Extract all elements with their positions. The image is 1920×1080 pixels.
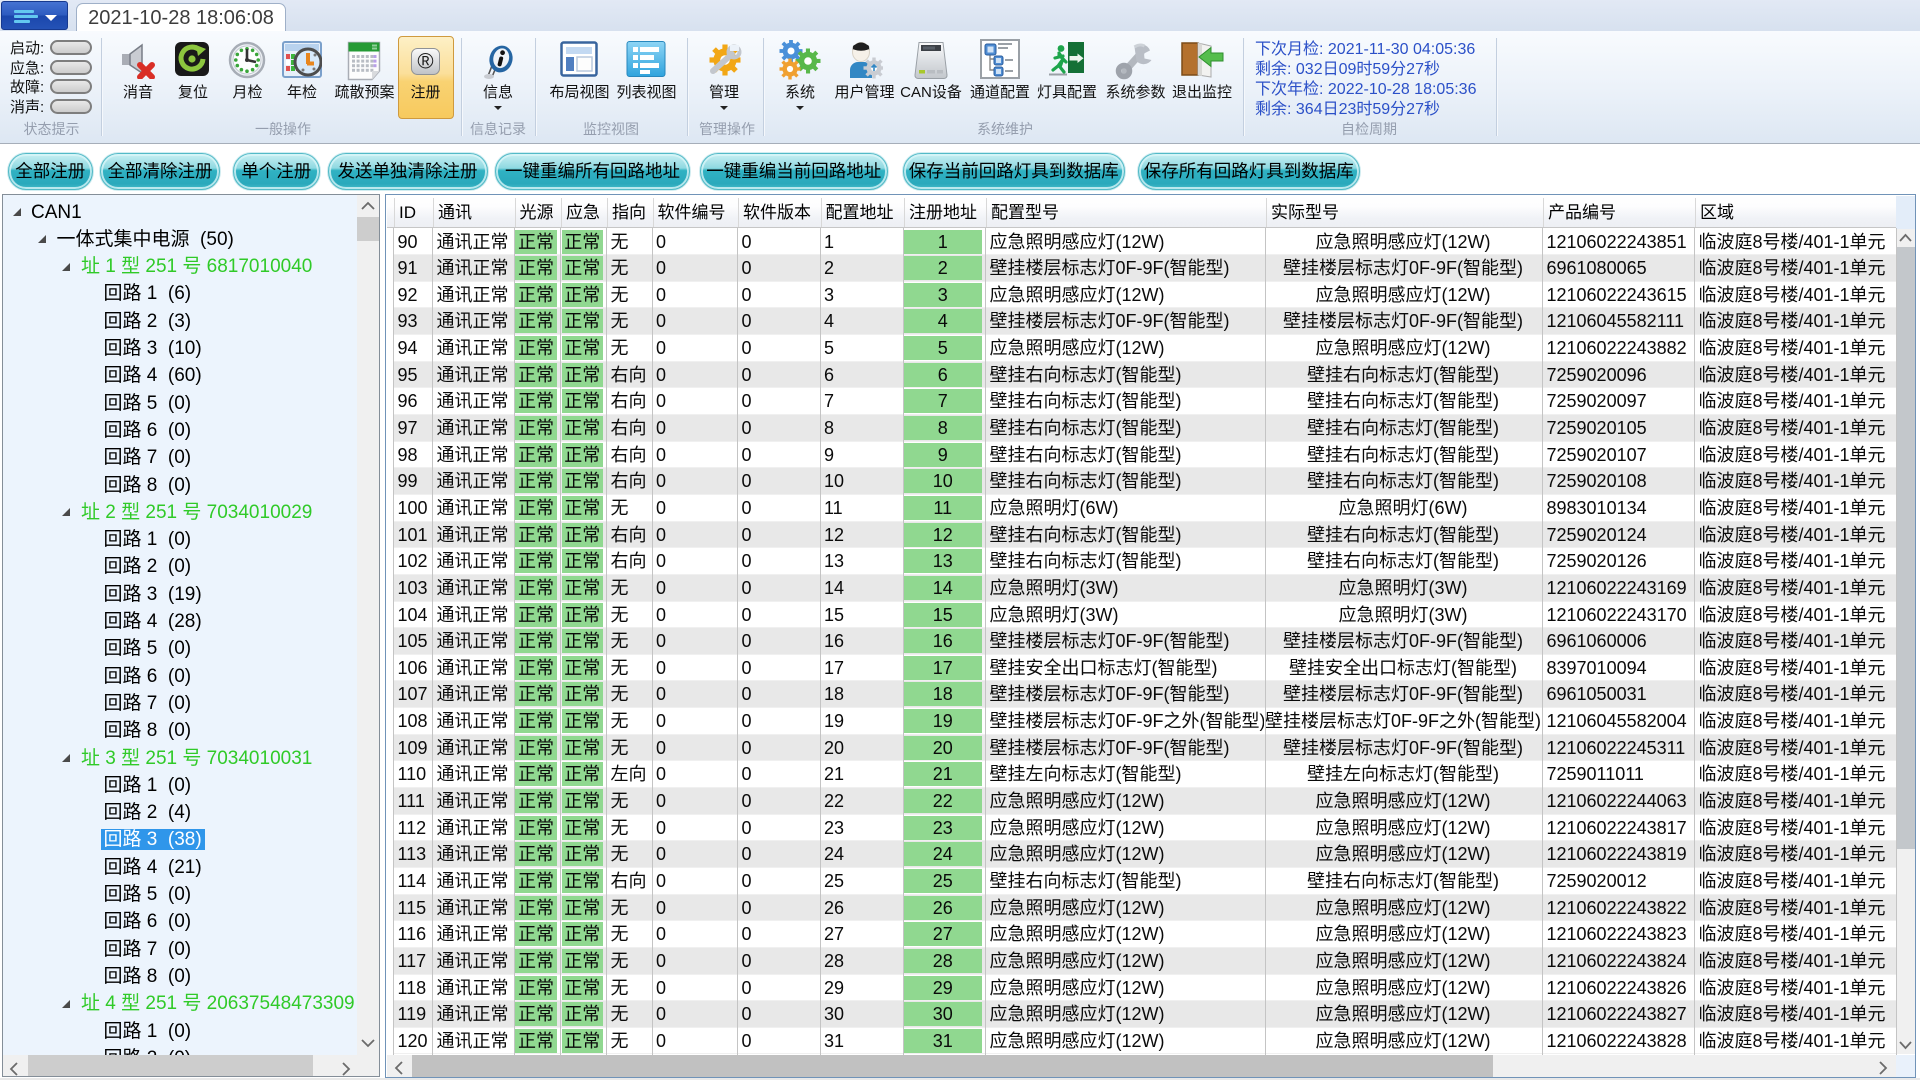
svg-text:®: ® [417, 49, 433, 74]
